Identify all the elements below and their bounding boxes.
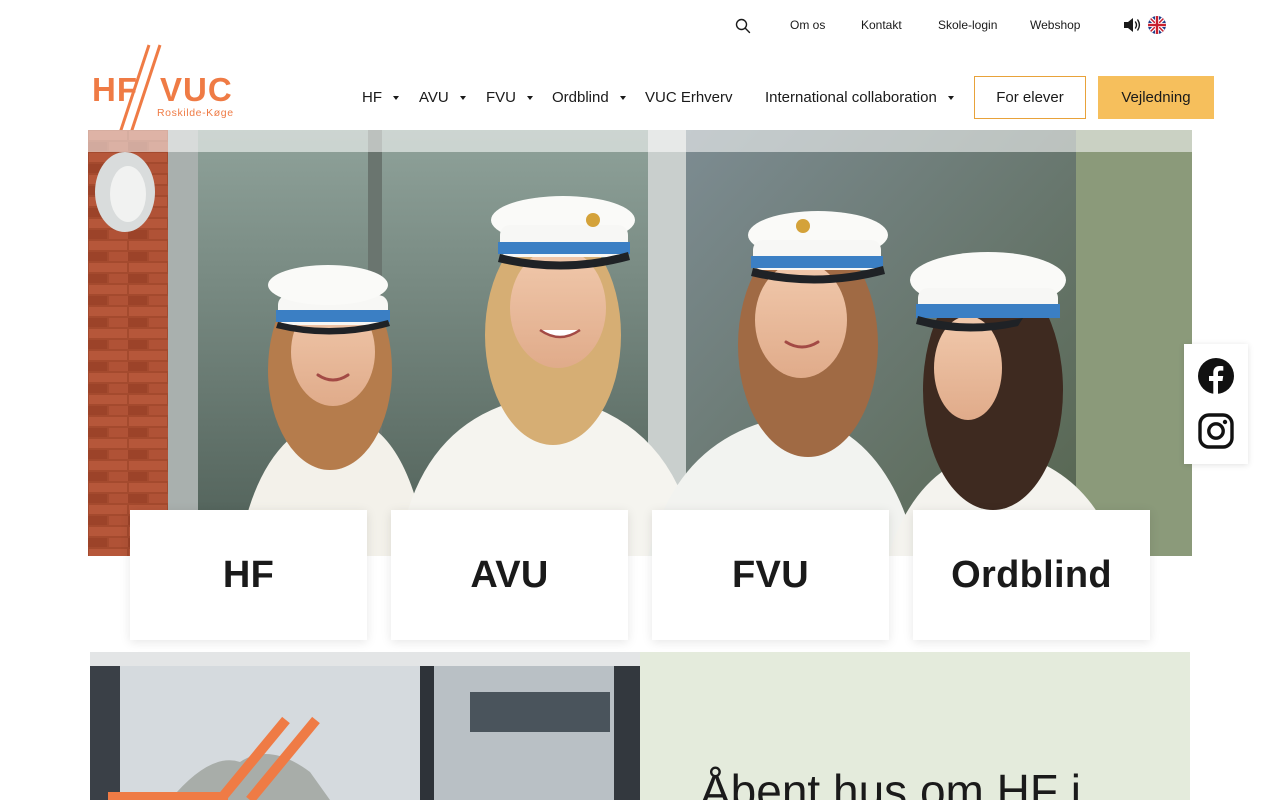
program-card-label: AVU: [470, 553, 549, 596]
logo-tagline: Roskilde-Køge: [157, 107, 234, 119]
program-card-fvu[interactable]: FVU: [652, 510, 889, 640]
nav-item-ordblind[interactable]: Ordblind: [552, 89, 626, 106]
program-card-avu[interactable]: AVU: [391, 510, 628, 640]
program-card-label: FVU: [732, 553, 809, 596]
nav-item-label: Ordblind: [552, 89, 609, 106]
nav-item-vuc-erhverv[interactable]: VUC Erhverv: [645, 89, 733, 106]
caret-down-icon: [947, 95, 954, 100]
logo-right-text: VUC: [160, 71, 233, 108]
hero-top-overlay: [88, 130, 1192, 152]
nav-item-hf[interactable]: HF: [362, 89, 399, 106]
program-card-label: Ordblind: [951, 553, 1112, 596]
program-card-ordblind[interactable]: Ordblind: [913, 510, 1150, 640]
program-card-label: HF: [222, 553, 275, 596]
vejledning-button[interactable]: Vejledning: [1098, 76, 1214, 119]
utility-link-om-os[interactable]: Om os: [790, 18, 825, 32]
nav-item-avu[interactable]: AVU: [419, 89, 466, 106]
nav-item-label: VUC Erhverv: [645, 89, 733, 106]
hf-vuc-logo[interactable]: HF VUC Roskilde-Køge: [90, 44, 240, 142]
caret-down-icon: [619, 95, 626, 100]
facebook-icon[interactable]: [1198, 358, 1234, 394]
open-house-heading: Åbent hus om HF i: [700, 765, 1081, 800]
nav-item-label: AVU: [419, 89, 449, 106]
speaker-icon[interactable]: [1122, 16, 1142, 34]
utility-link-webshop[interactable]: Webshop: [1030, 18, 1080, 32]
nav-item-international-collaboration[interactable]: International collaboration: [765, 89, 954, 106]
nav-item-label: HF: [362, 89, 382, 106]
open-house-panel: Åbent hus om HF i: [640, 652, 1190, 800]
nav-item-label: International collaboration: [765, 89, 937, 106]
caret-down-icon: [527, 95, 533, 100]
utility-link-skole-login[interactable]: Skole-login: [938, 18, 997, 32]
social-sidebar: [1184, 344, 1248, 464]
instagram-icon[interactable]: [1198, 413, 1234, 449]
caret-down-icon: [393, 95, 399, 100]
for-elever-button[interactable]: For elever: [974, 76, 1086, 119]
open-house-photo: [90, 652, 640, 800]
caret-down-icon: [459, 95, 466, 100]
uk-flag-icon[interactable]: [1148, 16, 1166, 34]
nav-item-fvu[interactable]: FVU: [486, 89, 533, 106]
search-icon[interactable]: [735, 18, 751, 34]
nav-item-label: FVU: [486, 89, 516, 106]
hero-image: [88, 130, 1192, 556]
utility-link-kontakt[interactable]: Kontakt: [861, 18, 902, 32]
program-card-hf[interactable]: HF: [130, 510, 367, 640]
